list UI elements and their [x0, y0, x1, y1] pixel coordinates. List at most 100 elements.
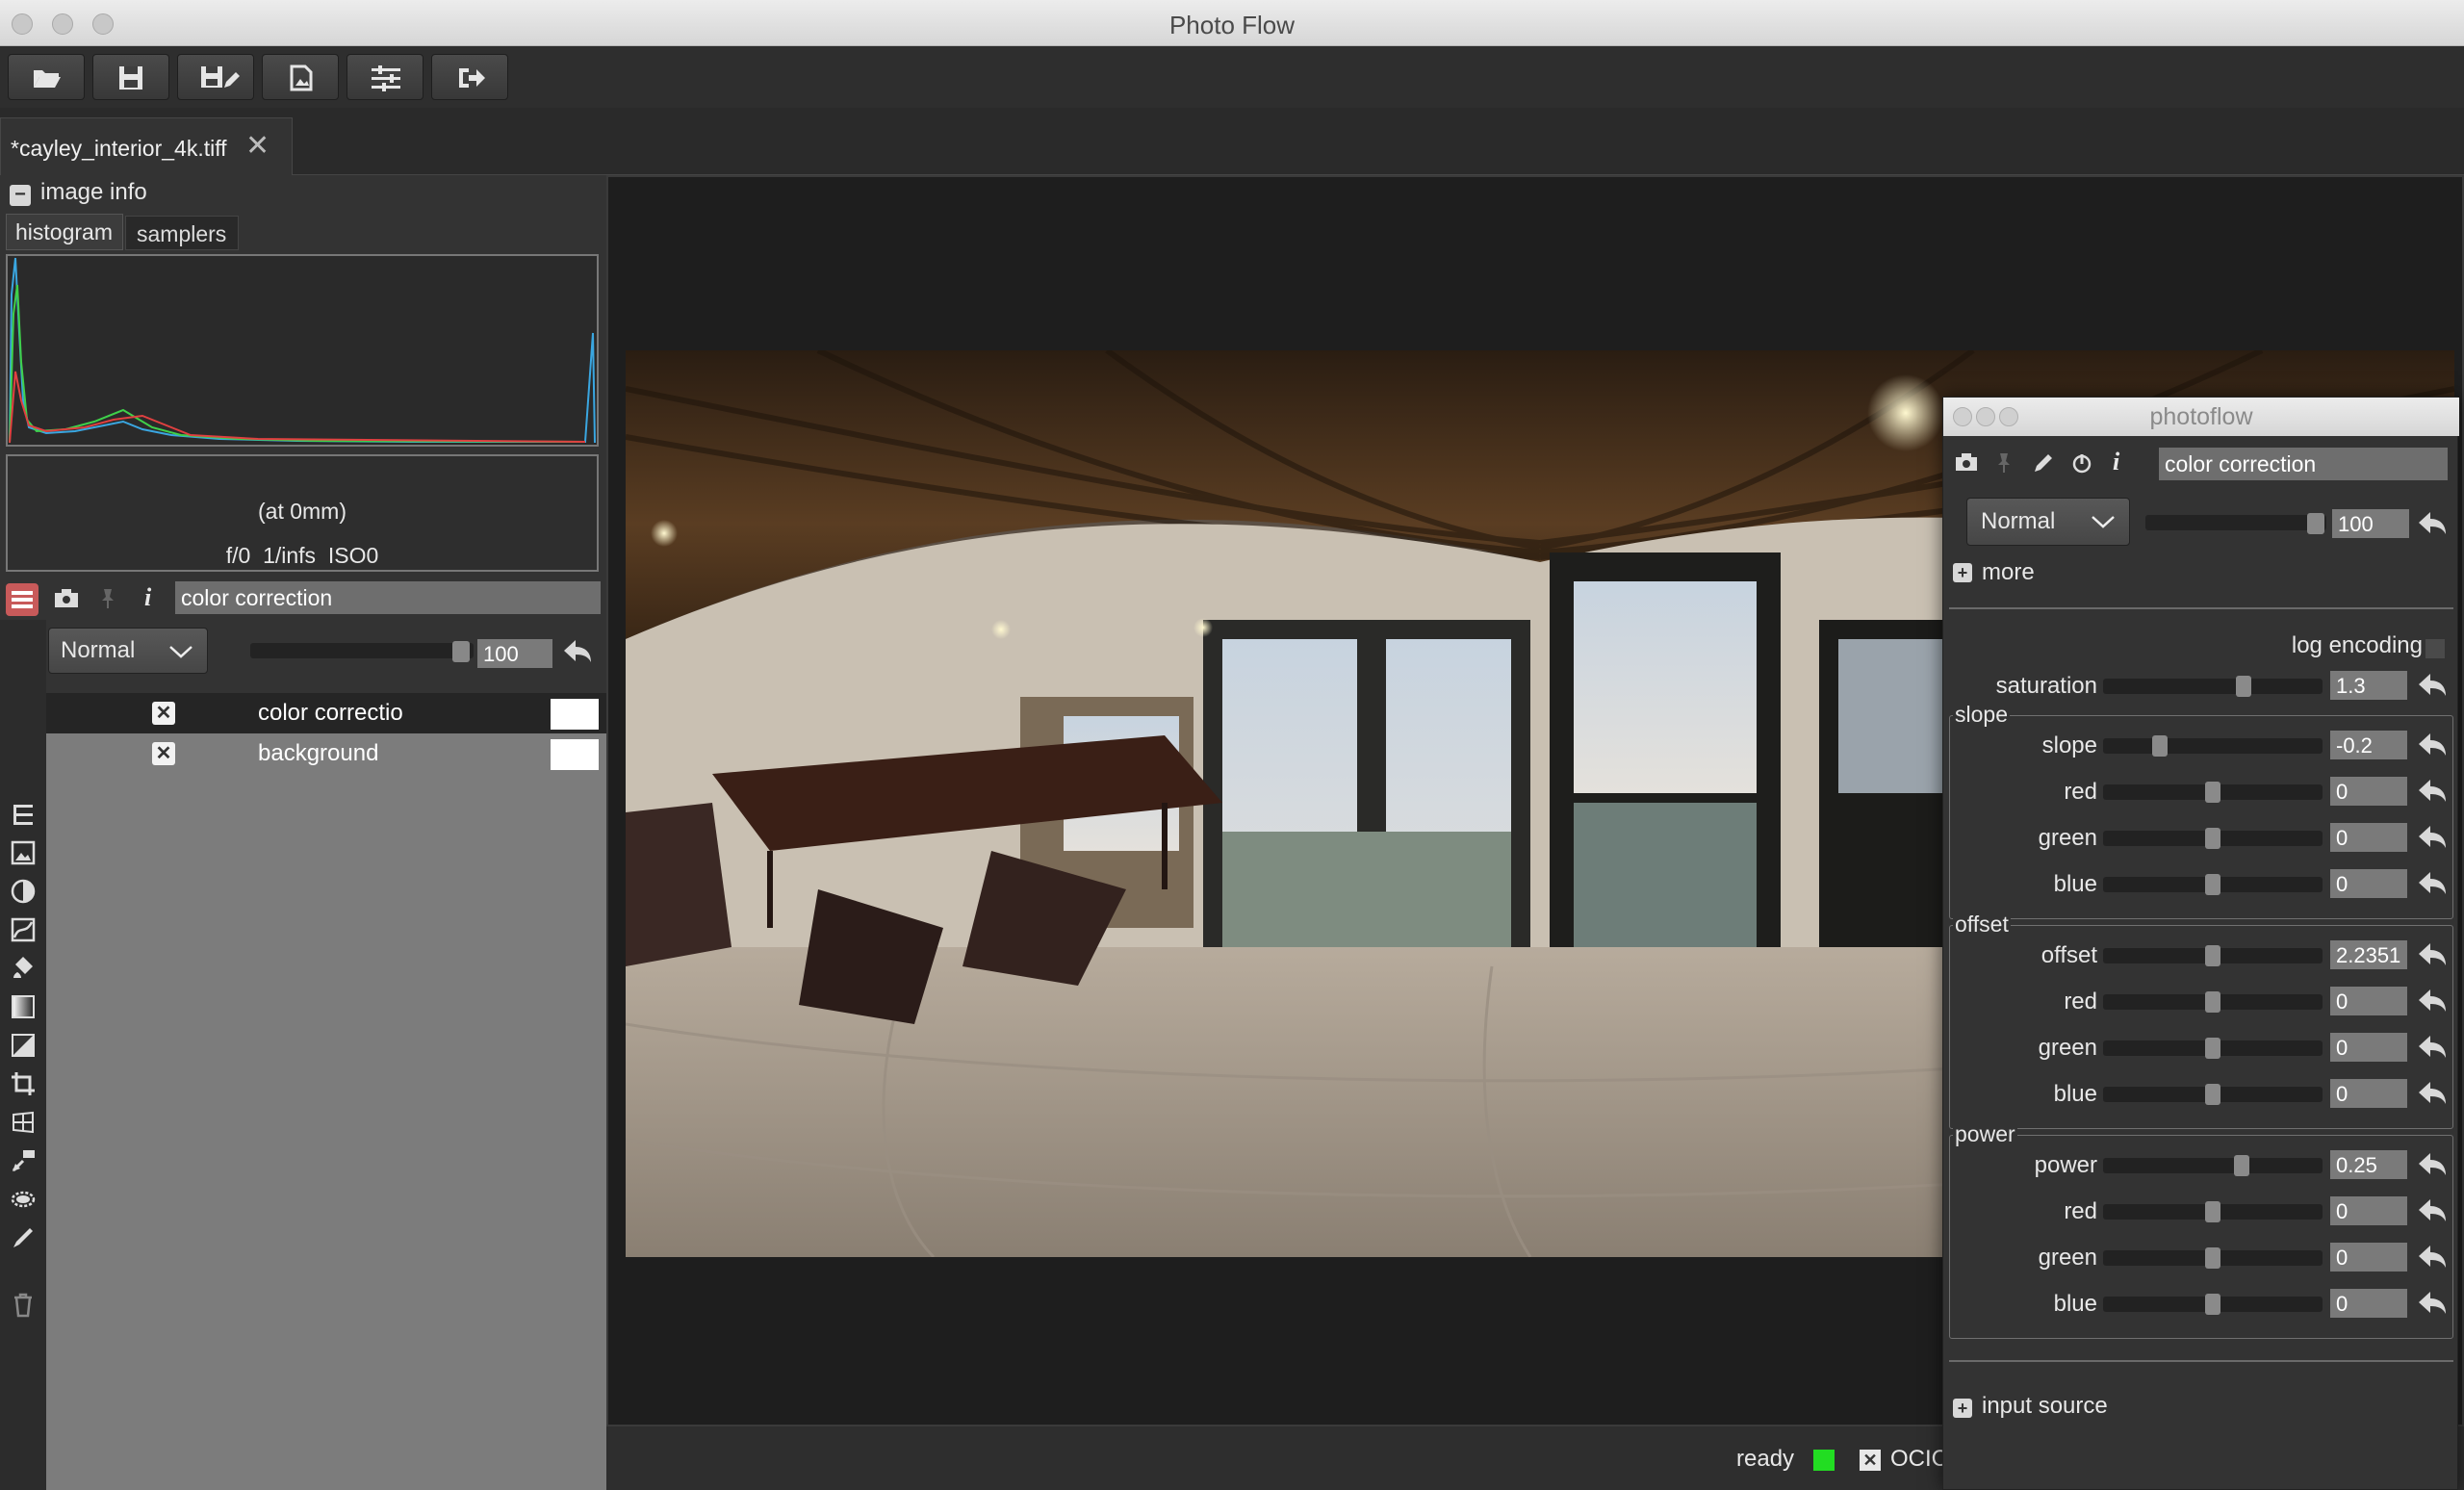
offset-red-reset-icon[interactable]: [2417, 987, 2448, 1015]
saturation-value[interactable]: 1.3: [2330, 671, 2407, 700]
perspective-icon[interactable]: [10, 1109, 37, 1136]
layer-visibility-checkbox[interactable]: ✕: [152, 702, 175, 725]
layer-name-field[interactable]: color correction: [175, 581, 601, 614]
save-as-button[interactable]: [177, 54, 254, 100]
settings-button[interactable]: [346, 54, 424, 100]
camera-icon[interactable]: [54, 589, 79, 608]
power-blue-reset-icon[interactable]: [2417, 1289, 2448, 1318]
info-icon[interactable]: i: [2113, 448, 2119, 476]
layer-tree-icon[interactable]: [10, 801, 37, 828]
pin-icon[interactable]: [96, 587, 119, 610]
layer-opacity-value[interactable]: 100: [477, 639, 552, 668]
slope-red-value[interactable]: 0: [2330, 777, 2407, 806]
ellipse-mask-icon[interactable]: [10, 1186, 37, 1213]
offset-blue-value[interactable]: 0: [2330, 1079, 2407, 1108]
close-tab-icon[interactable]: ✕: [245, 132, 274, 161]
ocio-checkbox[interactable]: ✕: [1860, 1450, 1881, 1471]
crop-icon[interactable]: [10, 1070, 37, 1097]
blend-mode-value: Normal: [1981, 508, 2056, 534]
power-red-value[interactable]: 0: [2330, 1196, 2407, 1225]
image-layer-icon[interactable]: [10, 839, 37, 866]
tab-samplers[interactable]: samplers: [125, 216, 239, 250]
layer-opacity-reset-icon[interactable]: [562, 637, 593, 666]
ocio-label: OCIC: [1890, 1446, 1948, 1472]
slope-slope-value[interactable]: -0.2: [2330, 731, 2407, 759]
dialog-blend-mode-select[interactable]: Normal: [1966, 498, 2130, 546]
layer-blend-mode-select[interactable]: Normal: [48, 628, 208, 674]
power-power-value[interactable]: 0.25: [2330, 1150, 2407, 1179]
exit-button[interactable]: [431, 54, 508, 100]
power-red-reset-icon[interactable]: [2417, 1196, 2448, 1225]
offset-green-knob[interactable]: [2205, 1038, 2220, 1059]
info-icon[interactable]: i: [144, 583, 151, 612]
pin-icon[interactable]: [1993, 451, 2015, 475]
slope-green-reset-icon[interactable]: [2417, 823, 2448, 852]
opacity-reset-icon[interactable]: [2417, 509, 2448, 538]
slope-green-value[interactable]: 0: [2330, 823, 2407, 852]
layer-mask-thumbnail[interactable]: [551, 699, 599, 730]
contrast-icon[interactable]: [10, 878, 37, 905]
save-button[interactable]: [92, 54, 169, 100]
offset-blue-knob[interactable]: [2205, 1084, 2220, 1105]
offset-red-value[interactable]: 0: [2330, 987, 2407, 1015]
slope-blue-knob[interactable]: [2205, 874, 2220, 895]
power-red-knob[interactable]: [2205, 1201, 2220, 1222]
offset-offset-reset-icon[interactable]: [2417, 940, 2448, 969]
slope-slope-knob[interactable]: [2151, 735, 2168, 757]
power-power-slider[interactable]: [2103, 1158, 2323, 1173]
layer-visibility-checkbox[interactable]: ✕: [152, 742, 175, 765]
camera-icon[interactable]: [1955, 453, 1978, 473]
slope-red-knob[interactable]: [2205, 782, 2220, 803]
offset-red-knob[interactable]: [2205, 991, 2220, 1013]
offset-offset-value[interactable]: 2.2351: [2330, 940, 2407, 969]
slope-red-label: red: [2064, 779, 2097, 805]
layer-opacity-knob[interactable]: [452, 641, 470, 662]
slope-slope-slider[interactable]: [2103, 738, 2323, 754]
paint-bucket-icon[interactable]: [10, 955, 37, 982]
slope-blue-value[interactable]: 0: [2330, 869, 2407, 898]
offset-green-reset-icon[interactable]: [2417, 1033, 2448, 1062]
dialog-opacity-value[interactable]: 100: [2332, 509, 2409, 538]
slope-red-reset-icon[interactable]: [2417, 777, 2448, 806]
image-info-collapse-toggle[interactable]: −: [10, 185, 31, 206]
open-button[interactable]: [8, 54, 85, 100]
power-icon[interactable]: [2070, 451, 2093, 475]
offset-blue-reset-icon[interactable]: [2417, 1079, 2448, 1108]
layer-row-color-correction[interactable]: ✕ color correctio: [46, 693, 606, 733]
layer-opacity-slider[interactable]: [250, 643, 474, 658]
tone-mapping-icon[interactable]: [10, 1032, 37, 1059]
power-blue-value[interactable]: 0: [2330, 1289, 2407, 1318]
slope-blue-reset-icon[interactable]: [2417, 869, 2448, 898]
power-power-reset-icon[interactable]: [2417, 1150, 2448, 1179]
saturation-slider[interactable]: [2103, 679, 2323, 694]
power-green-knob[interactable]: [2205, 1247, 2220, 1269]
dialog-opacity-slider[interactable]: [2145, 515, 2326, 530]
layer-row-background[interactable]: ✕ background: [46, 733, 606, 774]
pencil-icon[interactable]: [2032, 451, 2055, 475]
dialog-layer-name-field[interactable]: color correction: [2159, 448, 2448, 480]
offset-green-value[interactable]: 0: [2330, 1033, 2407, 1062]
saturation-knob[interactable]: [2235, 676, 2251, 697]
power-green-reset-icon[interactable]: [2417, 1243, 2448, 1272]
log-encoding-checkbox[interactable]: [2425, 638, 2446, 659]
layers-tab-icon[interactable]: [6, 583, 38, 616]
gradient-icon[interactable]: [10, 993, 37, 1020]
clone-icon[interactable]: [10, 1147, 37, 1174]
power-power-knob[interactable]: [2233, 1155, 2249, 1176]
input-source-expand-toggle[interactable]: +: [1953, 1399, 1972, 1418]
layer-mask-thumbnail[interactable]: [551, 739, 599, 770]
power-blue-knob[interactable]: [2205, 1294, 2220, 1315]
brush-icon[interactable]: [10, 1224, 37, 1251]
export-button[interactable]: [262, 54, 339, 100]
curves-icon[interactable]: [10, 916, 37, 943]
dialog-opacity-knob[interactable]: [2307, 513, 2324, 534]
trash-icon[interactable]: [10, 1292, 37, 1319]
more-expand-toggle[interactable]: +: [1953, 563, 1972, 582]
power-green-value[interactable]: 0: [2330, 1243, 2407, 1272]
offset-offset-knob[interactable]: [2205, 945, 2220, 966]
slope-green-knob[interactable]: [2205, 828, 2220, 849]
saturation-reset-icon[interactable]: [2417, 671, 2448, 700]
slope-slope-reset-icon[interactable]: [2417, 731, 2448, 759]
tab-histogram[interactable]: histogram: [6, 214, 123, 250]
tab-cayley-interior[interactable]: *cayley_interior_4k.tiff ✕: [0, 117, 293, 175]
